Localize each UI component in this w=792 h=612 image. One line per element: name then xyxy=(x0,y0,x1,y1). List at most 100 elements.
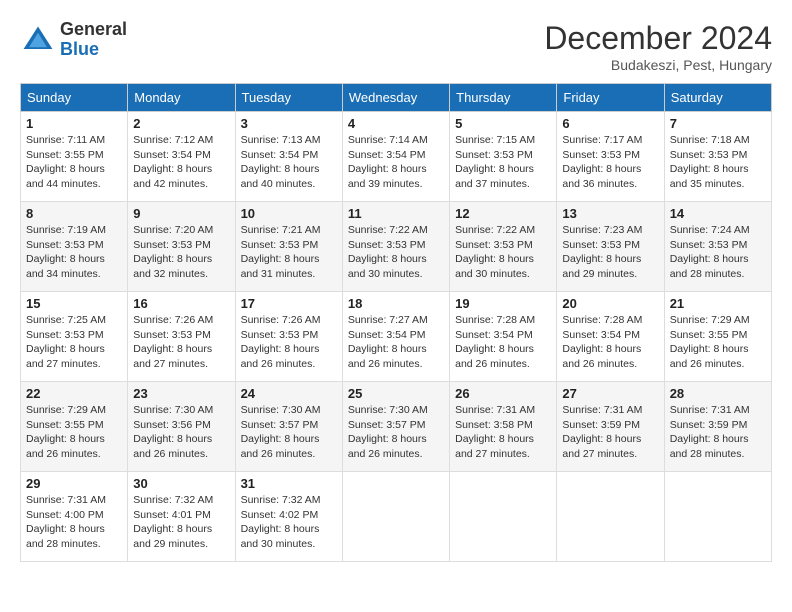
day-cell-15: 15 Sunrise: 7:25 AMSunset: 3:53 PMDayligh… xyxy=(21,292,128,382)
day-cell-23: 23 Sunrise: 7:30 AMSunset: 3:56 PMDayligh… xyxy=(128,382,235,472)
day-number: 27 xyxy=(562,386,658,401)
header-monday: Monday xyxy=(128,84,235,112)
empty-cell xyxy=(664,472,771,562)
day-cell-20: 20Sunrise: 7:28 AMSunset: 3:54 PMDayligh… xyxy=(557,292,664,382)
month-title: December 2024 xyxy=(544,20,772,57)
page-header: General Blue December 2024 Budakeszi, Pe… xyxy=(20,20,772,73)
logo: General Blue xyxy=(20,20,127,60)
header-tuesday: Tuesday xyxy=(235,84,342,112)
day-cell-5: 5 Sunrise: 7:15 AMSunset: 3:53 PMDaylight… xyxy=(450,112,557,202)
day-cell-25: 25Sunrise: 7:30 AMSunset: 3:57 PMDayligh… xyxy=(342,382,449,472)
day-number: 15 xyxy=(26,296,122,311)
day-info: Sunrise: 7:15 AMSunset: 3:53 PMDaylight:… xyxy=(455,133,551,192)
day-cell-4: 4Sunrise: 7:14 AMSunset: 3:54 PMDaylight… xyxy=(342,112,449,202)
logo-icon xyxy=(20,22,56,58)
day-number: 17 xyxy=(241,296,337,311)
day-info: Sunrise: 7:28 AMSunset: 3:54 PMDaylight:… xyxy=(455,313,551,372)
header-friday: Friday xyxy=(557,84,664,112)
day-cell-14: 14Sunrise: 7:24 AMSunset: 3:53 PMDayligh… xyxy=(664,202,771,292)
day-cell-19: 19 Sunrise: 7:28 AMSunset: 3:54 PMDayligh… xyxy=(450,292,557,382)
day-info: Sunrise: 7:25 AMSunset: 3:53 PMDaylight:… xyxy=(26,313,122,372)
header-thursday: Thursday xyxy=(450,84,557,112)
day-number: 9 xyxy=(133,206,229,221)
day-cell-29: 29Sunrise: 7:31 AMSunset: 4:00 PMDayligh… xyxy=(21,472,128,562)
day-info: Sunrise: 7:32 AMSunset: 4:02 PMDaylight:… xyxy=(241,493,337,552)
day-cell-2: 2Sunrise: 7:12 AMSunset: 3:54 PMDaylight… xyxy=(128,112,235,202)
day-info: Sunrise: 7:14 AMSunset: 3:54 PMDaylight:… xyxy=(348,133,444,192)
day-info: Sunrise: 7:30 AMSunset: 3:56 PMDaylight:… xyxy=(133,403,229,462)
day-number: 22 xyxy=(26,386,122,401)
day-info: Sunrise: 7:30 AMSunset: 3:57 PMDaylight:… xyxy=(348,403,444,462)
day-info: Sunrise: 7:19 AMSunset: 3:53 PMDaylight:… xyxy=(26,223,122,282)
day-info: Sunrise: 7:20 AMSunset: 3:53 PMDaylight:… xyxy=(133,223,229,282)
day-cell-7: 7 Sunrise: 7:18 AMSunset: 3:53 PMDaylight… xyxy=(664,112,771,202)
day-info: Sunrise: 7:30 AMSunset: 3:57 PMDaylight:… xyxy=(241,403,337,462)
day-cell-28: 28 Sunrise: 7:31 AMSunset: 3:59 PMDayligh… xyxy=(664,382,771,472)
day-cell-22: 22 Sunrise: 7:29 AMSunset: 3:55 PMDayligh… xyxy=(21,382,128,472)
logo-blue-text: Blue xyxy=(60,40,127,60)
day-cell-13: 13Sunrise: 7:23 AMSunset: 3:53 PMDayligh… xyxy=(557,202,664,292)
day-info: Sunrise: 7:17 AMSunset: 3:53 PMDaylight:… xyxy=(562,133,658,192)
day-cell-3: 3 Sunrise: 7:13 AMSunset: 3:54 PMDaylight… xyxy=(235,112,342,202)
day-info: Sunrise: 7:32 AMSunset: 4:01 PMDaylight:… xyxy=(133,493,229,552)
day-info: Sunrise: 7:29 AMSunset: 3:55 PMDaylight:… xyxy=(26,403,122,462)
day-number: 28 xyxy=(670,386,766,401)
day-number: 20 xyxy=(562,296,658,311)
day-info: Sunrise: 7:18 AMSunset: 3:53 PMDaylight:… xyxy=(670,133,766,192)
day-cell-27: 27 Sunrise: 7:31 AMSunset: 3:59 PMDayligh… xyxy=(557,382,664,472)
day-number: 26 xyxy=(455,386,551,401)
title-block: December 2024 Budakeszi, Pest, Hungary xyxy=(544,20,772,73)
day-cell-11: 11Sunrise: 7:22 AMSunset: 3:53 PMDayligh… xyxy=(342,202,449,292)
day-cell-31: 31 Sunrise: 7:32 AMSunset: 4:02 PMDayligh… xyxy=(235,472,342,562)
day-number: 10 xyxy=(241,206,337,221)
day-cell-26: 26 Sunrise: 7:31 AMSunset: 3:58 PMDayligh… xyxy=(450,382,557,472)
day-cell-16: 16 Sunrise: 7:26 AMSunset: 3:53 PMDayligh… xyxy=(128,292,235,382)
day-number: 24 xyxy=(241,386,337,401)
day-info: Sunrise: 7:22 AMSunset: 3:53 PMDaylight:… xyxy=(455,223,551,282)
header-saturday: Saturday xyxy=(664,84,771,112)
calendar-table: SundayMondayTuesdayWednesdayThursdayFrid… xyxy=(20,83,772,562)
day-number: 7 xyxy=(670,116,766,131)
day-number: 19 xyxy=(455,296,551,311)
day-number: 16 xyxy=(133,296,229,311)
day-cell-6: 6 Sunrise: 7:17 AMSunset: 3:53 PMDaylight… xyxy=(557,112,664,202)
day-number: 30 xyxy=(133,476,229,491)
header-wednesday: Wednesday xyxy=(342,84,449,112)
day-info: Sunrise: 7:31 AMSunset: 3:58 PMDaylight:… xyxy=(455,403,551,462)
empty-cell xyxy=(450,472,557,562)
day-info: Sunrise: 7:21 AMSunset: 3:53 PMDaylight:… xyxy=(241,223,337,282)
day-cell-30: 30 Sunrise: 7:32 AMSunset: 4:01 PMDayligh… xyxy=(128,472,235,562)
day-number: 3 xyxy=(241,116,337,131)
day-cell-18: 18 Sunrise: 7:27 AMSunset: 3:54 PMDayligh… xyxy=(342,292,449,382)
day-number: 5 xyxy=(455,116,551,131)
day-number: 12 xyxy=(455,206,551,221)
day-info: Sunrise: 7:27 AMSunset: 3:54 PMDaylight:… xyxy=(348,313,444,372)
day-number: 23 xyxy=(133,386,229,401)
day-info: Sunrise: 7:26 AMSunset: 3:53 PMDaylight:… xyxy=(133,313,229,372)
week-row-1: 1Sunrise: 7:11 AMSunset: 3:55 PMDaylight… xyxy=(21,112,772,202)
day-number: 6 xyxy=(562,116,658,131)
day-info: Sunrise: 7:13 AMSunset: 3:54 PMDaylight:… xyxy=(241,133,337,192)
day-number: 18 xyxy=(348,296,444,311)
week-row-2: 8 Sunrise: 7:19 AMSunset: 3:53 PMDaylight… xyxy=(21,202,772,292)
day-cell-1: 1Sunrise: 7:11 AMSunset: 3:55 PMDaylight… xyxy=(21,112,128,202)
day-cell-21: 21Sunrise: 7:29 AMSunset: 3:55 PMDayligh… xyxy=(664,292,771,382)
logo-general-text: General xyxy=(60,20,127,40)
day-cell-10: 10 Sunrise: 7:21 AMSunset: 3:53 PMDayligh… xyxy=(235,202,342,292)
day-number: 8 xyxy=(26,206,122,221)
calendar-header-row: SundayMondayTuesdayWednesdayThursdayFrid… xyxy=(21,84,772,112)
day-info: Sunrise: 7:31 AMSunset: 3:59 PMDaylight:… xyxy=(562,403,658,462)
day-info: Sunrise: 7:31 AMSunset: 3:59 PMDaylight:… xyxy=(670,403,766,462)
day-info: Sunrise: 7:26 AMSunset: 3:53 PMDaylight:… xyxy=(241,313,337,372)
day-cell-8: 8 Sunrise: 7:19 AMSunset: 3:53 PMDaylight… xyxy=(21,202,128,292)
day-cell-24: 24 Sunrise: 7:30 AMSunset: 3:57 PMDayligh… xyxy=(235,382,342,472)
day-number: 14 xyxy=(670,206,766,221)
day-number: 21 xyxy=(670,296,766,311)
day-number: 31 xyxy=(241,476,337,491)
week-row-5: 29Sunrise: 7:31 AMSunset: 4:00 PMDayligh… xyxy=(21,472,772,562)
location-subtitle: Budakeszi, Pest, Hungary xyxy=(544,57,772,73)
day-number: 11 xyxy=(348,206,444,221)
empty-cell xyxy=(557,472,664,562)
day-info: Sunrise: 7:11 AMSunset: 3:55 PMDaylight:… xyxy=(26,133,122,192)
day-info: Sunrise: 7:31 AMSunset: 4:00 PMDaylight:… xyxy=(26,493,122,552)
